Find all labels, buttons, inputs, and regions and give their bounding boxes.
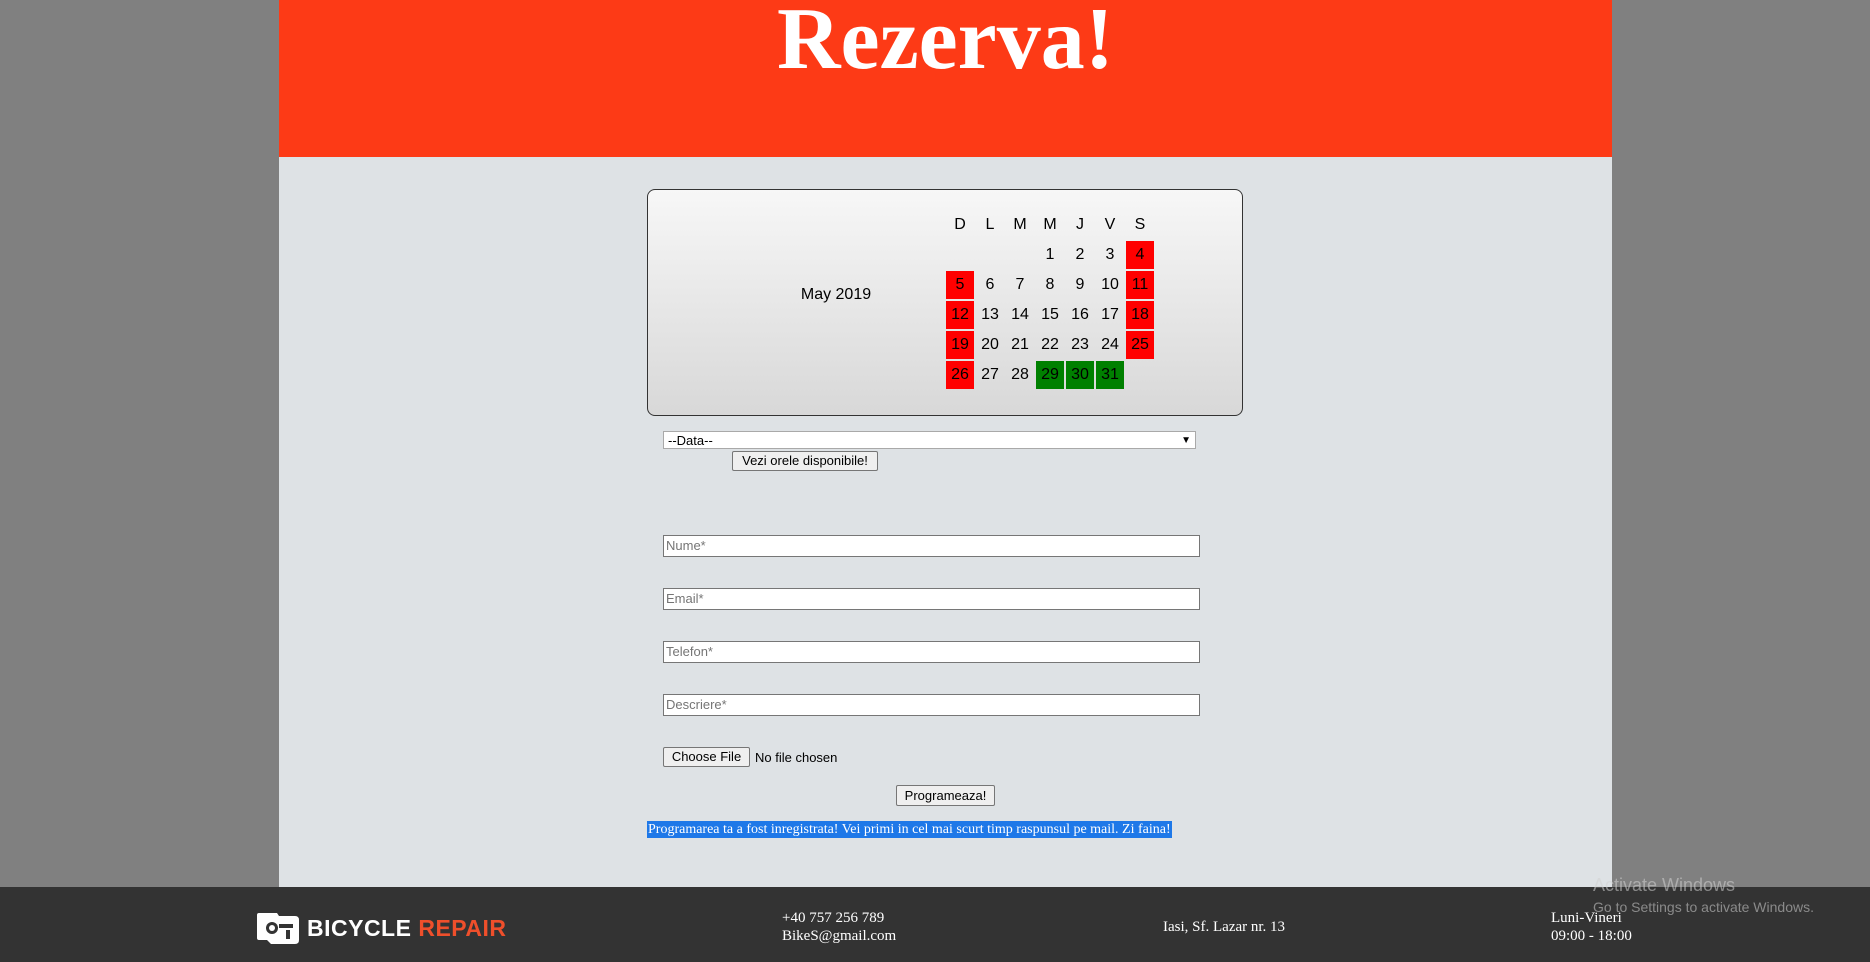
file-status-text: No file chosen: [755, 750, 838, 765]
logo-word-repair: REPAIR: [418, 915, 507, 941]
page-title: Rezerva!: [776, 0, 1115, 88]
submit-button[interactable]: Programeaza!: [896, 785, 995, 806]
description-input[interactable]: Descriere*: [663, 694, 1200, 716]
calendar-month-label: May 2019: [800, 286, 872, 303]
footer-email: BikeS@gmail.com: [782, 928, 897, 944]
header-banner: Rezerva!: [279, 0, 1612, 157]
calendar: May 2019 D L M M J V S 1 2 3 4 5 6 7 8 9 10 11 12 13 14 15 16 1…: [647, 189, 1243, 416]
email-input[interactable]: Email*: [663, 588, 1200, 610]
calendar-day[interactable]: 6: [976, 271, 1004, 299]
calendar-weekday-header: M: [1013, 216, 1027, 233]
calendar-day[interactable]: 21: [1006, 331, 1034, 359]
logo-text: BICYCLE REPAIR: [307, 915, 507, 942]
brand-logo[interactable]: BICYCLE REPAIR: [255, 907, 535, 947]
calendar-day[interactable]: 22: [1036, 331, 1064, 359]
calendar-day[interactable]: 31: [1096, 361, 1124, 389]
calendar-day[interactable]: 25: [1126, 331, 1154, 359]
calendar-day[interactable]: 20: [976, 331, 1004, 359]
calendar-day[interactable]: 29: [1036, 361, 1064, 389]
calendar-weekday-header: D: [954, 216, 966, 233]
calendar-day[interactable]: 15: [1036, 301, 1064, 329]
calendar-day[interactable]: 17: [1096, 301, 1124, 329]
calendar-day[interactable]: 30: [1066, 361, 1094, 389]
choose-file-button[interactable]: Choose File: [663, 747, 750, 767]
footer-phone: +40 757 256 789: [782, 910, 885, 926]
activate-windows-title: Activate Windows: [1593, 875, 1736, 895]
calendar-day[interactable]: 3: [1096, 241, 1124, 269]
page-content: Rezerva! May 2019 D L M M J V S 1 2 3 4 5 6 7 8 9 10 11 12…: [279, 0, 1612, 887]
confirmation-message: Programarea ta a fost inregistrata! Vei …: [647, 821, 1172, 838]
calendar-day[interactable]: 19: [946, 331, 974, 359]
calendar-weekday-header: M: [1043, 216, 1057, 233]
calendar-day[interactable]: 9: [1066, 271, 1094, 299]
footer-hours: 09:00 - 18:00: [1551, 928, 1632, 944]
calendar-day[interactable]: 5: [946, 271, 974, 299]
calendar-day[interactable]: 12: [946, 301, 974, 329]
footer-address: Iasi, Sf. Lazar nr. 13: [1163, 919, 1286, 935]
footer: BICYCLE REPAIR +40 757 256 789 BikeS@gma…: [0, 887, 1870, 962]
calendar-day[interactable]: 10: [1096, 271, 1124, 299]
calendar-day[interactable]: 13: [976, 301, 1004, 329]
calendar-day[interactable]: 23: [1066, 331, 1094, 359]
date-select[interactable]: --Data-- ▼: [663, 431, 1196, 449]
calendar-day[interactable]: 27: [976, 361, 1004, 389]
calendar-day[interactable]: 18: [1126, 301, 1154, 329]
dropdown-arrow-icon: ▼: [1181, 435, 1191, 446]
name-input[interactable]: Nume*: [663, 535, 1200, 557]
phone-input[interactable]: Telefon*: [663, 641, 1200, 663]
bicycle-repair-logo-icon: [257, 913, 299, 944]
calendar-weekday-header: S: [1134, 216, 1146, 233]
calendar-day[interactable]: 8: [1036, 271, 1064, 299]
calendar-day[interactable]: 24: [1096, 331, 1124, 359]
footer-contact: +40 757 256 789 BikeS@gmail.com: [782, 909, 896, 945]
calendar-weekday-header: L: [985, 216, 995, 233]
calendar-day[interactable]: 1: [1036, 241, 1064, 269]
calendar-weekday-header: V: [1104, 216, 1116, 233]
show-hours-button[interactable]: Vezi orele disponibile!: [732, 451, 878, 471]
calendar-day[interactable]: 26: [946, 361, 974, 389]
activate-windows-subtitle: Go to Settings to activate Windows.: [1593, 899, 1814, 915]
calendar-day[interactable]: 7: [1006, 271, 1034, 299]
calendar-day[interactable]: 4: [1126, 241, 1154, 269]
calendar-day[interactable]: 16: [1066, 301, 1094, 329]
calendar-day[interactable]: 14: [1006, 301, 1034, 329]
logo-word-bicycle: BICYCLE: [307, 915, 412, 941]
calendar-day[interactable]: 11: [1126, 271, 1154, 299]
date-select-value: --Data--: [668, 433, 713, 448]
calendar-weekday-header: J: [1076, 216, 1084, 233]
calendar-day[interactable]: 2: [1066, 241, 1094, 269]
calendar-day[interactable]: 28: [1006, 361, 1034, 389]
